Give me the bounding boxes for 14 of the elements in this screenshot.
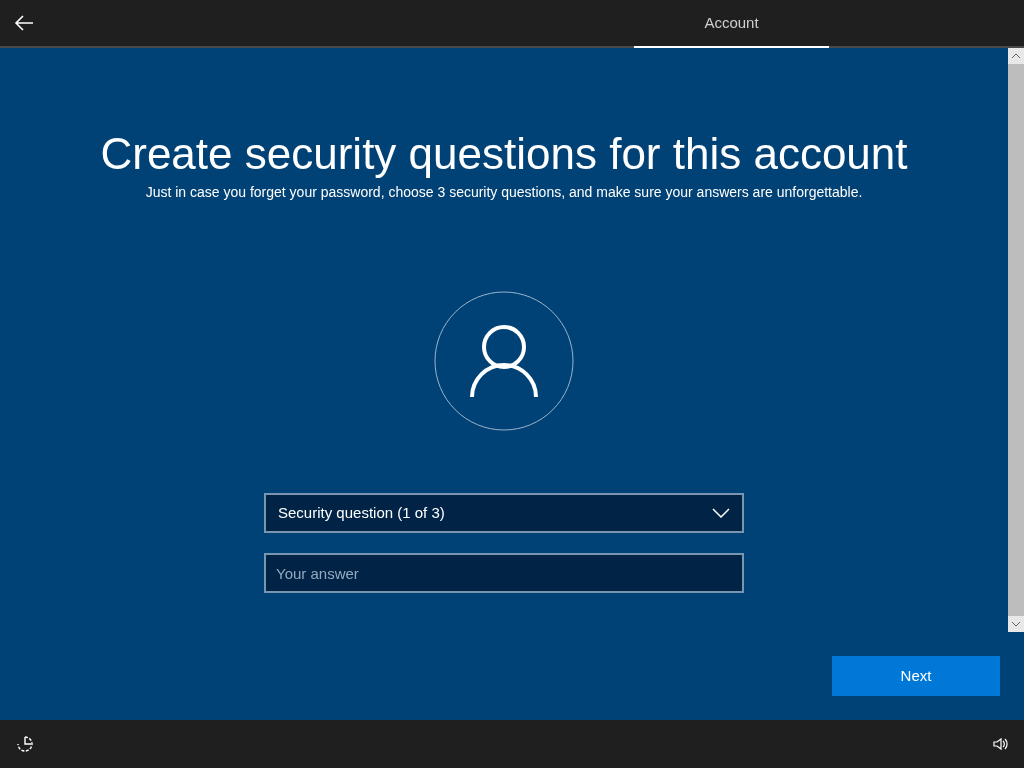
- scroll-up-icon[interactable]: [1008, 48, 1024, 64]
- user-avatar-icon: [434, 291, 574, 431]
- page-heading: Create security questions for this account: [100, 128, 908, 180]
- next-button[interactable]: Next: [832, 656, 1000, 696]
- answer-field[interactable]: Your answer: [264, 553, 744, 593]
- page-description: Just in case you forget your password, choose 3 security questions, and make sure your answers are unforgettable.: [145, 183, 863, 202]
- security-question-dropdown[interactable]: Security question (1 of 3): [264, 493, 744, 533]
- back-arrow-icon: [14, 15, 34, 31]
- volume-icon[interactable]: [992, 736, 1008, 752]
- chevron-down-icon: [712, 508, 730, 518]
- tab[interactable]: Account: [634, 0, 829, 48]
- scroll-down-icon[interactable]: [1008, 616, 1024, 632]
- ease-of-access-icon[interactable]: [16, 735, 34, 753]
- scrollbar[interactable]: [1008, 48, 1024, 632]
